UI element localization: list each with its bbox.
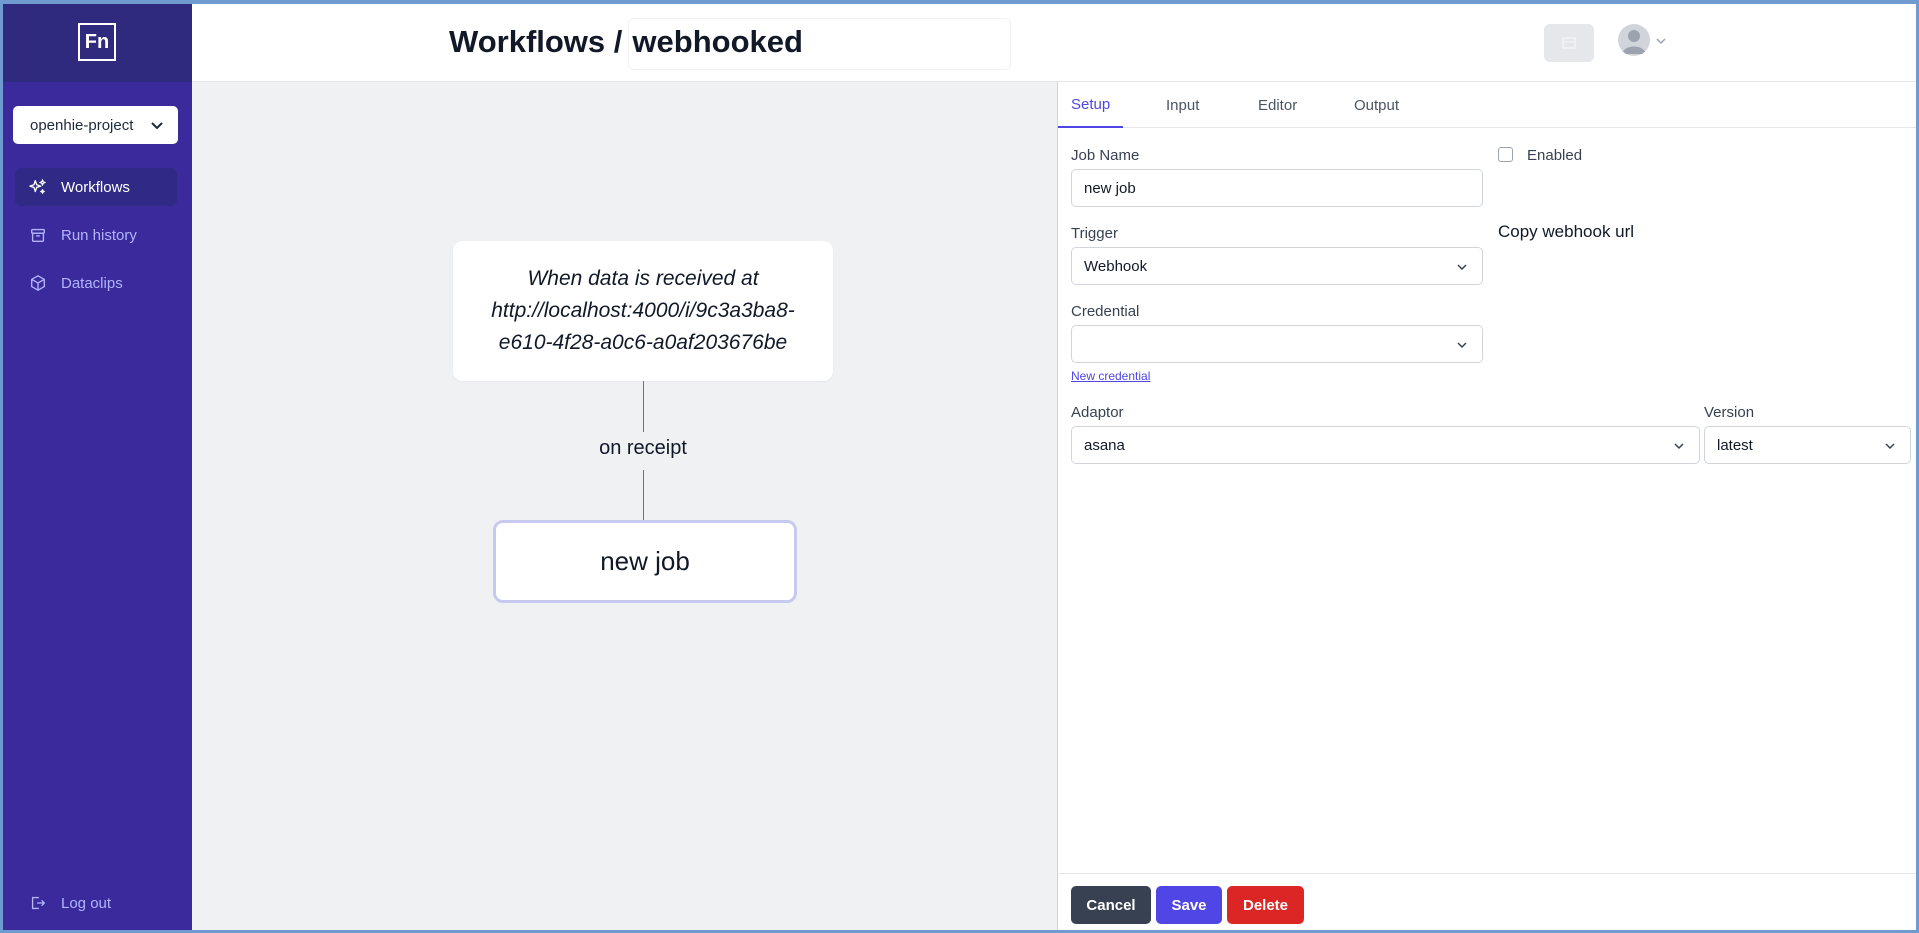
adaptor-value: asana [1084, 436, 1125, 454]
job-name-label: Job Name [1071, 147, 1140, 164]
header-action-button[interactable] [1544, 24, 1594, 62]
trigger-value: Webhook [1084, 257, 1148, 275]
workflow-canvas[interactable]: When data is received at http://localhos… [192, 82, 1058, 930]
panel-footer: Cancel Save Delete [1058, 873, 1916, 930]
chevron-down-icon [1674, 443, 1684, 450]
chevron-down-icon [1457, 264, 1467, 271]
table-icon [1562, 37, 1576, 49]
chevron-down-icon [151, 122, 163, 130]
logout-button[interactable]: Log out [15, 884, 177, 922]
credential-select[interactable] [1071, 325, 1483, 363]
chevron-down-icon [1885, 443, 1895, 450]
new-credential-link[interactable]: New credential [1071, 369, 1150, 383]
project-name: openhie-project [30, 116, 134, 134]
trigger-node[interactable]: When data is received at http://localhos… [453, 241, 833, 381]
sparkles-icon [29, 179, 46, 194]
cube-icon [31, 275, 45, 291]
delete-button[interactable]: Delete [1227, 886, 1304, 924]
project-selector[interactable]: openhie-project [13, 106, 178, 144]
enabled-checkbox[interactable] [1498, 147, 1513, 162]
edge-line [643, 381, 644, 432]
version-select[interactable]: latest [1704, 426, 1911, 464]
chevron-down-icon [1457, 342, 1467, 349]
sidebar-item-label: Dataclips [61, 274, 123, 292]
job-name-field[interactable]: new job [1071, 169, 1483, 207]
logout-icon [31, 896, 46, 910]
breadcrumb[interactable]: Workflows / [449, 24, 622, 60]
tab-output[interactable]: Output [1341, 82, 1412, 128]
sidebar-item-workflows[interactable]: Workflows [15, 168, 177, 206]
user-icon [1622, 30, 1646, 54]
sidebar: Fn openhie-project Workflows Run history [3, 4, 192, 930]
sidebar-item-dataclips[interactable]: Dataclips [15, 264, 177, 302]
edge-label[interactable]: on receipt [543, 437, 743, 460]
job-node-label: new job [600, 546, 690, 576]
panel-tabs: Setup Input Editor Output [1058, 82, 1916, 128]
workflow-name-input-outline[interactable] [628, 18, 1011, 70]
brand-area: Fn [3, 4, 192, 82]
sidebar-item-label: Workflows [61, 178, 130, 196]
user-avatar[interactable] [1618, 24, 1650, 56]
app-window: Fn openhie-project Workflows Run history [3, 4, 1916, 930]
enabled-label: Enabled [1527, 147, 1583, 164]
sidebar-item-run-history[interactable]: Run history [15, 216, 177, 254]
version-value: latest [1717, 436, 1753, 454]
chevron-down-icon[interactable] [1655, 35, 1667, 47]
adaptor-label: Adaptor [1071, 404, 1124, 421]
job-node[interactable]: new job [493, 520, 797, 603]
cancel-button[interactable]: Cancel [1071, 886, 1151, 924]
trigger-node-text: When data is received at http://localhos… [491, 267, 795, 354]
sidebar-item-label: Run history [61, 226, 137, 244]
edge-line [643, 470, 644, 520]
job-panel: Setup Input Editor Output Job Name new j… [1058, 82, 1916, 930]
trigger-select[interactable]: Webhook [1071, 247, 1483, 285]
trigger-label: Trigger [1071, 225, 1118, 242]
adaptor-select[interactable]: asana [1071, 426, 1700, 464]
tab-input[interactable]: Input [1153, 82, 1212, 128]
archive-icon [31, 228, 45, 242]
top-header: Workflows / webhooked [192, 4, 1916, 82]
save-button[interactable]: Save [1156, 886, 1222, 924]
logout-label: Log out [61, 894, 112, 912]
credential-label: Credential [1071, 303, 1140, 320]
app-logo[interactable]: Fn [78, 23, 116, 61]
version-label: Version [1704, 404, 1755, 421]
job-name-value: new job [1084, 179, 1136, 197]
tab-editor[interactable]: Editor [1245, 82, 1310, 128]
copy-webhook-url[interactable]: Copy webhook url [1498, 222, 1634, 242]
tab-setup[interactable]: Setup [1058, 82, 1124, 128]
